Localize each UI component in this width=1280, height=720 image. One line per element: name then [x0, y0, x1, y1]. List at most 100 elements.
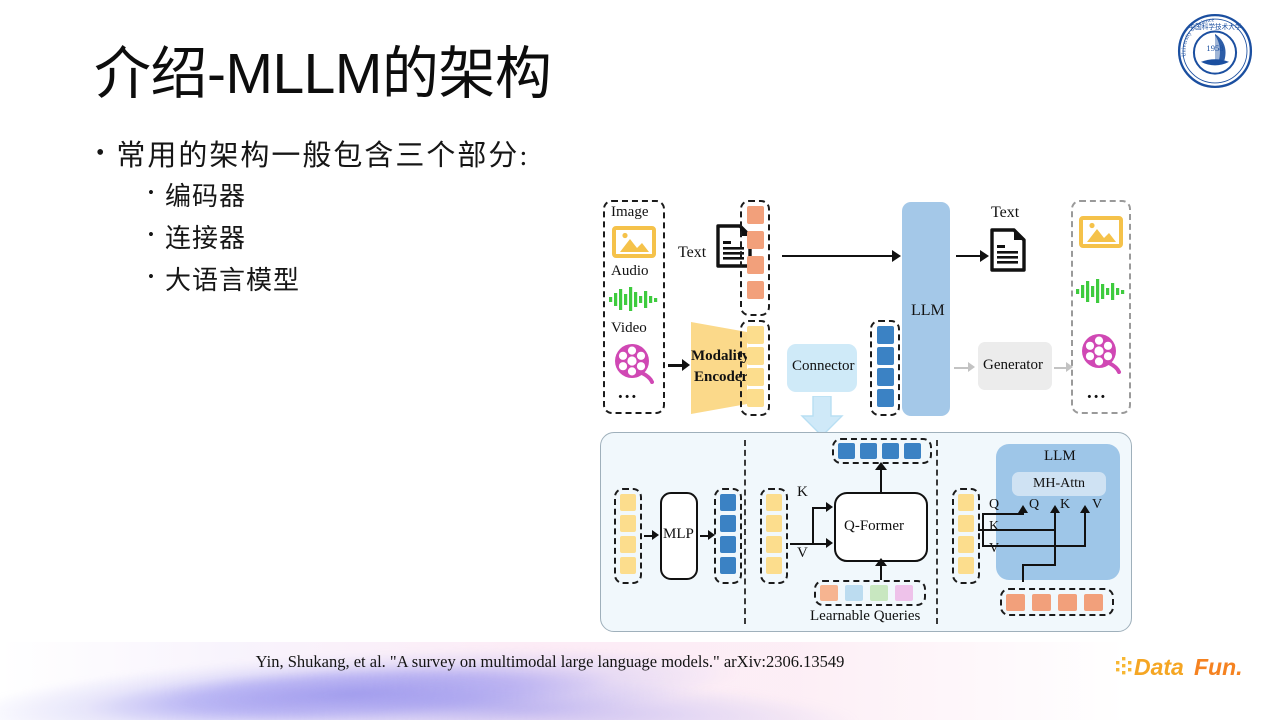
attn-q-label-right: Q — [1029, 497, 1040, 512]
token-yellow — [620, 515, 636, 532]
panel-divider — [936, 440, 938, 624]
token-blue — [720, 536, 736, 553]
arrow-head — [968, 362, 975, 372]
token-blue — [720, 557, 736, 574]
page-title: 介绍-MLLM的架构 — [94, 42, 552, 106]
bullet-text: 常用的架构一般包含三个部分: — [116, 140, 530, 172]
token-yellow — [620, 494, 636, 511]
token-yellow — [766, 557, 782, 574]
token-blue — [904, 443, 921, 459]
citation-text: Yin, Shukang, et al. "A survey on multim… — [255, 652, 845, 671]
panel-divider — [744, 440, 746, 624]
image-icon — [1079, 216, 1123, 253]
text-document-icon — [990, 228, 1026, 277]
token-yellow — [747, 368, 764, 386]
token-yellow — [958, 536, 974, 553]
bullet-list: • 常用的架构一般包含三个部分: • 编码器 • 连接器 • 大语言模型 — [96, 136, 529, 302]
arrow-head — [652, 530, 659, 540]
bullet-dot-icon: • — [148, 267, 155, 287]
ustc-logo: 1958 University of Science and Technolog… — [1174, 7, 1254, 90]
llm-label-top: LLM — [911, 302, 945, 319]
input-label-video: Video — [611, 320, 647, 336]
bullet-dot-icon: • — [148, 183, 155, 203]
bullet-item-1: • 编码器 — [148, 176, 529, 218]
arrow-head — [1050, 505, 1060, 513]
token-yellow — [766, 536, 782, 553]
bullet-item-0: • 常用的架构一般包含三个部分: — [96, 136, 529, 176]
bullet-item-2: • 连接器 — [148, 218, 529, 260]
token-orange — [1058, 594, 1077, 611]
mh-attn-label: MH-Attn — [1032, 476, 1086, 491]
input-label-image: Image — [611, 204, 649, 220]
arrow-head — [875, 558, 887, 566]
arrow-head — [892, 250, 901, 262]
v-route-line — [982, 545, 1086, 548]
token-orange — [1006, 594, 1025, 611]
token-blue — [877, 326, 894, 344]
token-yellow — [620, 536, 636, 553]
token-blue — [720, 494, 736, 511]
svg-text:Fun.: Fun. — [1194, 654, 1243, 680]
attn-q-label-left: Q — [989, 497, 1000, 512]
arrow-line — [782, 255, 894, 258]
attn-v-label-left: V — [989, 541, 1000, 556]
attn-return-line — [1054, 530, 1057, 564]
svg-text:中国科学技术大学: 中国科学技术大学 — [1189, 22, 1242, 31]
query-token-green — [870, 585, 888, 601]
q-route-line — [982, 513, 1024, 516]
video-icon — [1079, 332, 1123, 379]
token-orange — [747, 231, 764, 249]
query-token-peach — [820, 585, 838, 601]
audio-icon — [609, 287, 659, 316]
kv-riser-line — [812, 507, 815, 545]
token-blue — [860, 443, 877, 459]
generator-label: Generator — [983, 357, 1043, 373]
arrow-head — [1018, 505, 1028, 513]
svg-text:Data: Data — [1134, 654, 1184, 680]
token-blue — [838, 443, 855, 459]
arrow-line — [880, 564, 883, 580]
token-orange — [747, 256, 764, 274]
token-yellow — [958, 557, 974, 574]
token-blue — [877, 368, 894, 386]
text-output-label: Text — [991, 204, 1020, 221]
q-join-line — [1022, 513, 1025, 515]
token-yellow — [958, 494, 974, 511]
bullet-item-3: • 大语言模型 — [148, 260, 529, 302]
k-riser-line — [1054, 513, 1057, 531]
token-orange — [747, 281, 764, 299]
arrow-head — [826, 502, 833, 512]
text-input-label: Text — [678, 244, 707, 261]
audio-icon — [1076, 279, 1126, 308]
token-yellow — [747, 389, 764, 407]
token-orange — [1032, 594, 1051, 611]
token-yellow — [747, 347, 764, 365]
attn-k-label-left: K — [989, 519, 1000, 534]
token-yellow — [766, 515, 782, 532]
arrow-head — [1080, 505, 1090, 513]
mh-attn-block: MH-Attn — [1012, 472, 1106, 496]
token-orange — [747, 206, 764, 224]
image-icon — [612, 226, 656, 263]
architecture-figure: Image Audio Video ... Text Modality Enco… — [592, 192, 1140, 638]
qformer-label: Q-Former — [844, 518, 904, 534]
bullet-dot-icon: • — [96, 140, 107, 166]
attn-return-line — [1022, 564, 1056, 567]
v-left-riser — [982, 529, 985, 547]
query-token-pink — [895, 585, 913, 601]
bullet-dot-icon: • — [148, 225, 155, 245]
learnable-queries-label: Learnable Queries — [810, 608, 921, 624]
bullet-text: 连接器 — [164, 224, 246, 254]
token-blue — [882, 443, 899, 459]
token-blue — [877, 347, 894, 365]
bullet-text: 编码器 — [164, 182, 246, 212]
arrow-head — [826, 538, 833, 548]
attn-return-line — [1022, 564, 1025, 582]
attn-k-label-right: K — [1060, 497, 1071, 512]
slide-canvas: 介绍-MLLM的架构 1958 University of Science an… — [0, 0, 1280, 720]
arrow-head — [980, 250, 989, 262]
query-token-blue — [845, 585, 863, 601]
qformer-k-label: K — [797, 484, 808, 500]
token-blue — [720, 515, 736, 532]
arrow-line — [880, 470, 883, 492]
